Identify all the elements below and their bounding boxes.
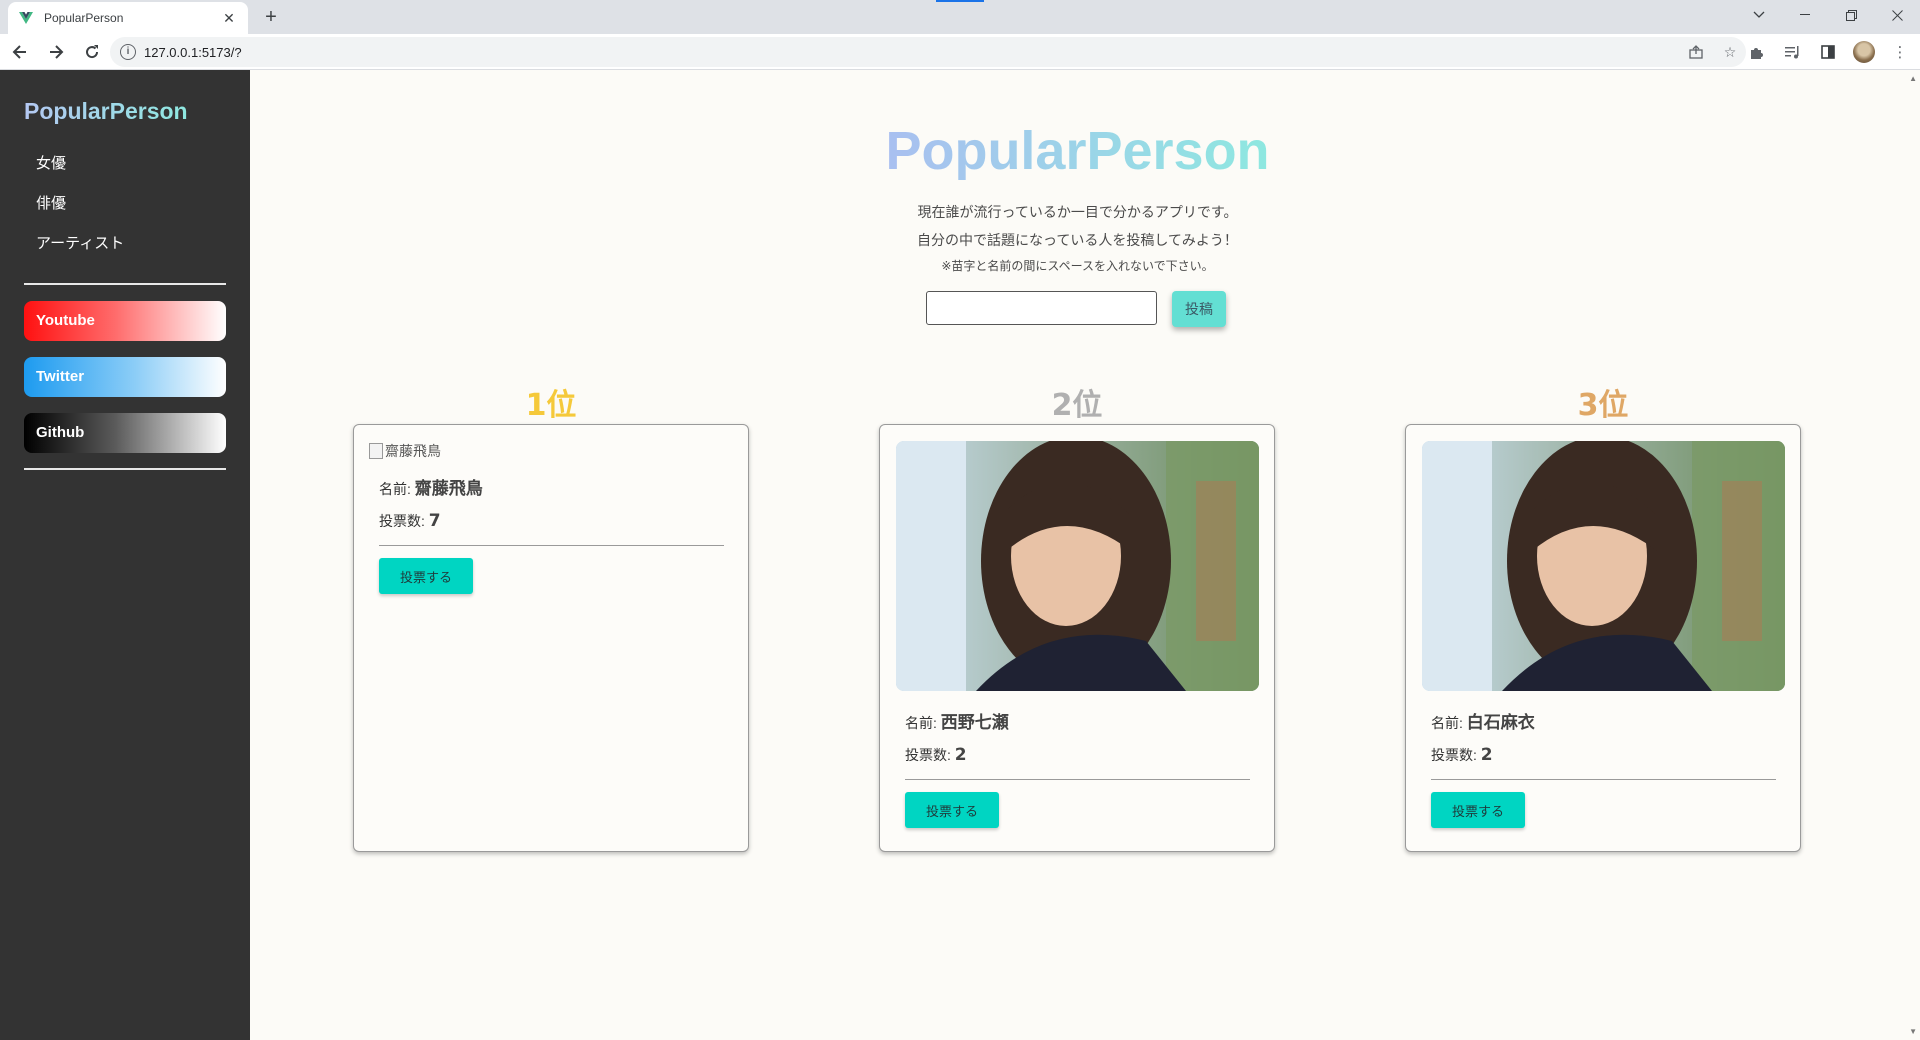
sidebar-item-actor[interactable]: 俳優 [36, 194, 124, 234]
sidebar-nav: 女優 俳優 アーティスト [36, 154, 124, 274]
scroll-up-arrow-icon[interactable]: ▲ [1909, 74, 1917, 83]
new-tab-button[interactable]: + [258, 5, 284, 31]
twitter-link-button[interactable]: Twitter [24, 357, 226, 397]
page-scrollbar[interactable]: ▲ ▼ [1905, 70, 1920, 1040]
forward-arrow-icon[interactable] [40, 36, 72, 68]
github-link-button[interactable]: Github [24, 413, 226, 453]
sidebar-item-actress[interactable]: 女優 [36, 154, 124, 194]
tab-search-icon[interactable] [1736, 0, 1782, 30]
toolbar-actions: ⋮ [1742, 36, 1914, 68]
name-label: 名前: [379, 481, 411, 497]
card-info: 名前: 白石麻衣 投票数: 2 投票する [1431, 707, 1776, 828]
window-controls [1736, 0, 1920, 30]
vue-favicon-icon [18, 10, 34, 26]
tab-search-indicator [936, 0, 984, 2]
tab-strip: PopularPerson ✕ + [0, 0, 1920, 34]
extensions-puzzle-icon[interactable] [1742, 36, 1770, 68]
page-title: PopularPerson [250, 120, 1905, 182]
scroll-down-arrow-icon[interactable]: ▼ [1909, 1027, 1917, 1036]
sidebar: PopularPerson 女優 俳優 アーティスト Youtube Twitt… [0, 70, 250, 1040]
image-alt-text: 齋藤飛鳥 [385, 443, 441, 459]
card-divider [379, 545, 724, 546]
bookmark-star-icon[interactable]: ☆ [1720, 42, 1740, 62]
close-window-icon[interactable] [1874, 0, 1920, 30]
rank-label: 2位 [1051, 388, 1103, 423]
main-content: PopularPerson 現在誰が流行っているか一目で分かるアプリです。 自分… [250, 70, 1905, 1040]
description-line-1: 現在誰が流行っているか一目で分かるアプリです。 [917, 204, 1238, 220]
rank-label: 3位 [1577, 388, 1629, 423]
input-note: ※苗字と名前の間にスペースを入れないで下さい。 [941, 259, 1214, 273]
post-button[interactable]: 投稿 [1172, 291, 1226, 327]
tab-title: PopularPerson [44, 11, 124, 25]
avatar-image [1853, 41, 1875, 63]
votes-label: 投票数: [1431, 747, 1477, 763]
person-card: 齋藤飛鳥 名前: 齋藤飛鳥 投票数: 7 投票する [353, 424, 749, 852]
rank-column-1: 1位 齋藤飛鳥 名前: 齋藤飛鳥 投票数: 7 投票する [353, 380, 749, 852]
restore-icon[interactable] [1828, 0, 1874, 30]
votes-row: 投票数: 2 [905, 739, 1250, 771]
vote-button[interactable]: 投票する [1431, 792, 1525, 828]
person-card: 名前: 白石麻衣 投票数: 2 投票する [1405, 424, 1801, 852]
page-title-text: PopularPerson [885, 121, 1270, 181]
sidebar-divider-top [24, 283, 226, 285]
vote-count: 2 [1480, 745, 1493, 765]
person-name: 西野七瀬 [940, 713, 1009, 733]
person-name-input[interactable] [926, 291, 1157, 325]
broken-image-icon [369, 443, 383, 459]
reload-icon[interactable] [76, 36, 108, 68]
minimize-icon[interactable] [1782, 0, 1828, 30]
card-divider [905, 779, 1250, 780]
sidebar-item-artist[interactable]: アーティスト [36, 234, 124, 274]
vote-count: 2 [954, 745, 967, 765]
browser-menu-icon[interactable]: ⋮ [1886, 36, 1914, 68]
votes-label: 投票数: [905, 747, 951, 763]
rank-label: 1位 [525, 388, 577, 423]
description-line-2: 自分の中で話題になっている人を投稿してみよう！ [917, 232, 1238, 248]
votes-label: 投票数: [379, 513, 425, 529]
profile-avatar[interactable] [1850, 36, 1878, 68]
name-label: 名前: [1431, 715, 1463, 731]
side-panel-icon[interactable] [1814, 36, 1842, 68]
share-icon[interactable] [1686, 42, 1706, 62]
name-row: 名前: 西野七瀬 [905, 707, 1250, 739]
votes-row: 投票数: 2 [1431, 739, 1776, 771]
person-photo [1422, 441, 1785, 691]
vote-count: 7 [428, 511, 441, 531]
tab-close-icon[interactable]: ✕ [220, 10, 238, 27]
address-bar[interactable]: i 127.0.0.1:5173/? ☆ [110, 37, 1746, 67]
person-photo [896, 441, 1259, 691]
card-info: 名前: 西野七瀬 投票数: 2 投票する [905, 707, 1250, 828]
site-info-icon[interactable]: i [120, 44, 136, 60]
url-text: 127.0.0.1:5173/? [144, 44, 242, 60]
browser-toolbar: i 127.0.0.1:5173/? ☆ ⋮ [0, 34, 1920, 70]
omnibox-actions: ☆ [1686, 42, 1740, 62]
name-label: 名前: [905, 715, 937, 731]
media-queue-icon[interactable] [1778, 36, 1806, 68]
back-arrow-icon[interactable] [4, 36, 36, 68]
card-divider [1431, 779, 1776, 780]
votes-row: 投票数: 7 [379, 505, 724, 537]
rank-column-2: 2位 名前: 西野七瀬 投票数: 2 投票する [879, 380, 1275, 852]
broken-image: 齋藤飛鳥 [369, 441, 441, 461]
youtube-link-button[interactable]: Youtube [24, 301, 226, 341]
name-row: 名前: 齋藤飛鳥 [379, 473, 724, 505]
person-card: 名前: 西野七瀬 投票数: 2 投票する [879, 424, 1275, 852]
page-viewport: PopularPerson 女優 俳優 アーティスト Youtube Twitt… [0, 70, 1920, 1040]
card-info: 名前: 齋藤飛鳥 投票数: 7 投票する [379, 473, 724, 594]
rank-column-3: 3位 名前: 白石麻衣 投票数: 2 投票する [1405, 380, 1801, 852]
sidebar-divider-bottom [24, 468, 226, 470]
name-row: 名前: 白石麻衣 [1431, 707, 1776, 739]
vote-button[interactable]: 投票する [379, 558, 473, 594]
person-name: 白石麻衣 [1466, 713, 1535, 733]
vote-button[interactable]: 投票する [905, 792, 999, 828]
sidebar-brand[interactable]: PopularPerson [24, 98, 188, 125]
person-name: 齋藤飛鳥 [414, 479, 483, 499]
browser-tab[interactable]: PopularPerson ✕ [8, 2, 248, 34]
